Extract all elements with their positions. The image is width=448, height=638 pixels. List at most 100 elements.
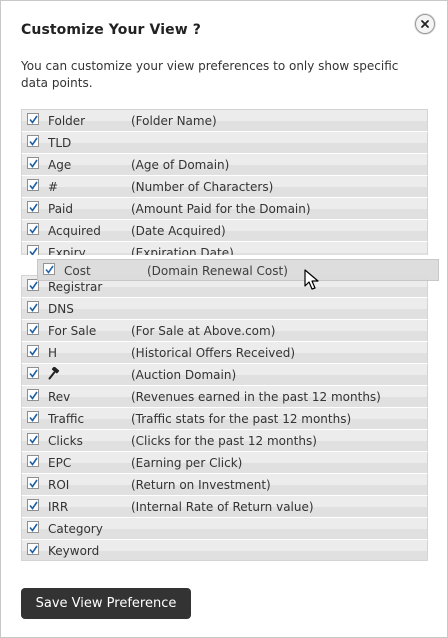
checkmark-icon [28,225,38,234]
cost-checkbox[interactable] [43,263,55,275]
historical-checkbox[interactable] [27,345,39,357]
field-label: IRR [48,500,69,514]
clicks-checkbox[interactable] [27,433,39,445]
checkmark-icon [28,501,38,510]
auction-checkbox[interactable] [27,367,39,379]
rev-checkbox[interactable] [27,389,39,401]
tld-checkbox[interactable] [27,135,39,147]
field-description: (Historical Offers Received) [131,346,296,360]
field-row-rev[interactable]: Rev (Revenues earned in the past 12 mont… [21,385,428,407]
field-description: (Amount Paid for the Domain) [131,202,311,216]
checkmark-icon [28,203,38,212]
field-description: (Clicks for the past 12 months) [131,434,317,448]
dialog-description: You can customize your view preferences … [21,59,399,90]
for-sale-checkbox[interactable] [27,323,39,335]
characters-checkbox[interactable] [27,179,39,191]
age-checkbox[interactable] [27,157,39,169]
field-description: (Return on Investment) [131,478,271,492]
field-row-for-sale[interactable]: For Sale (For Sale at Above.com) [21,319,428,341]
mouse-pointer-icon [304,269,319,290]
paid-checkbox[interactable] [27,201,39,213]
acquired-checkbox[interactable] [27,223,39,235]
field-row-folder[interactable]: Folder (Folder Name) [21,109,428,131]
close-icon [421,20,429,28]
checkmark-icon [28,137,38,146]
checkmark-icon [28,545,38,554]
save-view-preference-button[interactable]: Save View Preference [21,588,191,619]
field-description: (Expiration Date) [131,246,234,256]
checkmark-icon [28,347,38,356]
field-row-epc[interactable]: EPC (Earning per Click) [21,451,428,473]
field-label: ROI [48,478,70,492]
field-row-clicks[interactable]: Clicks (Clicks for the past 12 months) [21,429,428,451]
field-description: (Revenues earned in the past 12 months) [131,390,381,404]
field-label: Paid [48,202,74,216]
field-label: Registrar [48,280,103,294]
field-row-irr[interactable]: IRR (Internal Rate of Return value) [21,495,428,517]
roi-checkbox[interactable] [27,477,39,489]
field-description: (Traffic stats for the past 12 months) [131,412,352,426]
folder-checkbox[interactable] [27,113,39,125]
field-label: Rev [48,390,71,404]
field-row-age[interactable]: Age (Age of Domain) [21,153,428,175]
field-label: EPC [48,456,72,470]
field-description: (Folder Name) [131,114,217,128]
field-row-paid[interactable]: Paid (Amount Paid for the Domain) [21,197,428,219]
close-button[interactable] [415,14,435,34]
checkmark-icon [28,303,38,312]
field-label: Category [48,522,103,536]
field-label: # [48,180,59,194]
checkmark-icon [44,265,54,274]
checkmark-icon [28,413,38,422]
field-label: Age [48,158,72,172]
field-row-characters[interactable]: # (Number of Characters) [21,175,428,197]
checkmark-icon [28,391,38,400]
field-row-keyword[interactable]: Keyword [21,539,428,561]
checkmark-icon [28,479,38,488]
field-list: Folder (Folder Name) TLD Age (Age of Dom… [21,109,428,561]
field-label: For Sale [48,324,97,338]
expiry-checkbox[interactable] [27,245,39,255]
field-label: TLD [48,136,72,150]
epc-checkbox[interactable] [27,455,39,467]
checkmark-icon [28,435,38,444]
dialog-title: Customize Your View ? [21,22,201,38]
checkmark-icon [28,457,38,466]
checkmark-icon [28,281,38,290]
field-label: Cost [64,264,91,278]
field-row-traffic[interactable]: Traffic (Traffic stats for the past 12 m… [21,407,428,429]
gavel-icon [48,366,62,384]
traffic-checkbox[interactable] [27,411,39,423]
field-description: (Earning per Click) [131,456,243,470]
field-description: (For Sale at Above.com) [131,324,276,338]
field-description: (Auction Domain) [131,368,237,382]
checkmark-icon [28,181,38,190]
field-description: (Number of Characters) [131,180,274,194]
field-row-acquired[interactable]: Acquired (Date Acquired) [21,219,428,241]
field-label: Folder [48,114,86,128]
checkmark-icon [28,325,38,334]
field-row-historical[interactable]: H (Historical Offers Received) [21,341,428,363]
irr-checkbox[interactable] [27,499,39,511]
checkmark-icon [28,247,38,255]
field-row-category[interactable]: Category [21,517,428,539]
field-row-dns[interactable]: DNS [21,297,428,319]
checkmark-icon [28,369,38,378]
field-row-roi[interactable]: ROI (Return on Investment) [21,473,428,495]
field-label: Acquired [48,224,101,238]
dragging-field-row-cost[interactable]: Cost (Domain Renewal Cost) [37,259,439,281]
field-row-tld[interactable]: TLD [21,131,428,153]
field-label: Clicks [48,434,83,448]
field-description: (Date Acquired) [131,224,226,238]
dns-checkbox[interactable] [27,301,39,313]
field-label: Keyword [48,544,100,558]
field-row-expiry[interactable]: Expiry (Expiration Date) [21,241,428,255]
field-description: (Age of Domain) [131,158,230,172]
field-label: Traffic [48,412,85,426]
keyword-checkbox[interactable] [27,543,39,555]
category-checkbox[interactable] [27,521,39,533]
field-description: (Domain Renewal Cost) [147,264,288,278]
field-row-auction[interactable]: (Auction Domain) [21,363,428,385]
field-description: (Internal Rate of Return value) [131,500,314,514]
checkmark-icon [28,115,38,124]
